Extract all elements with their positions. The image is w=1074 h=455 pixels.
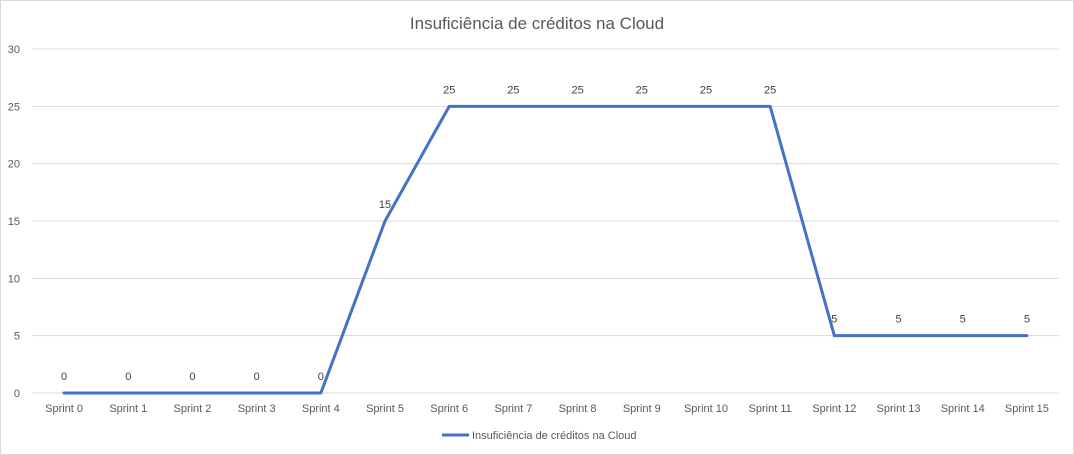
- data-label: 5: [1024, 314, 1030, 326]
- y-tick-label: 15: [8, 216, 20, 228]
- y-tick-label: 0: [14, 388, 20, 400]
- data-label: 5: [960, 314, 966, 326]
- y-tick-label: 20: [8, 159, 20, 171]
- x-tick-label: Sprint 3: [238, 403, 276, 415]
- x-tick-label: Sprint 8: [559, 403, 597, 415]
- series-layer: [62, 104, 1029, 395]
- data-label: 25: [507, 84, 519, 96]
- x-tick-label: Sprint 5: [366, 403, 404, 415]
- y-tick-label: 30: [8, 44, 20, 56]
- y-tick-label: 25: [8, 101, 20, 113]
- x-tick-label: Sprint 13: [877, 403, 921, 415]
- data-label: 0: [125, 371, 131, 383]
- series-line: [62, 104, 1029, 395]
- x-tick-label: Sprint 15: [1005, 403, 1049, 415]
- data-label: 25: [636, 84, 648, 96]
- x-tick-label: Sprint 10: [684, 403, 728, 415]
- x-tick-label: Sprint 14: [941, 403, 985, 415]
- data-labels: 0 0 0 0 0 15 25 25 25 25 25 25 5 5 5 5: [61, 84, 1030, 383]
- x-tick-label: Sprint 4: [302, 403, 340, 415]
- x-tick-label: Sprint 11: [749, 403, 792, 415]
- y-axis-ticks: 0 5 10 15 20 25 30: [8, 44, 20, 400]
- x-tick-label: Sprint 1: [109, 403, 147, 415]
- y-tick-label: 10: [8, 273, 20, 285]
- x-tick-label: Sprint 9: [623, 403, 661, 415]
- x-tick-label: Sprint 0: [45, 403, 83, 415]
- x-tick-label: Sprint 12: [812, 403, 856, 415]
- data-label: 5: [895, 314, 901, 326]
- data-label: 0: [189, 371, 195, 383]
- chart-title: Insuficiência de créditos na Cloud: [410, 14, 664, 33]
- y-tick-label: 5: [14, 331, 20, 343]
- gridlines: [32, 48, 1059, 394]
- x-tick-label: Sprint 6: [430, 403, 468, 415]
- data-label: 0: [61, 371, 67, 383]
- x-tick-label: Sprint 2: [174, 403, 212, 415]
- x-axis-ticks: Sprint 0 Sprint 1 Sprint 2 Sprint 3 Sprint 4…: [45, 403, 1049, 415]
- data-label: 0: [318, 371, 324, 383]
- legend-label: Insuficiência de créditos na Cloud: [472, 430, 636, 442]
- data-label: 25: [443, 84, 455, 96]
- x-tick-label: Sprint 7: [494, 403, 532, 415]
- data-label: 25: [764, 84, 776, 96]
- data-label: 25: [700, 84, 712, 96]
- data-label: 15: [379, 199, 391, 211]
- legend: Insuficiência de créditos na Cloud: [442, 430, 636, 442]
- data-label: 5: [831, 314, 837, 326]
- data-label: 25: [571, 84, 583, 96]
- line-chart: Insuficiência de créditos na Cloud 0 5 10 1…: [8, 14, 1059, 442]
- data-label: 0: [254, 371, 260, 383]
